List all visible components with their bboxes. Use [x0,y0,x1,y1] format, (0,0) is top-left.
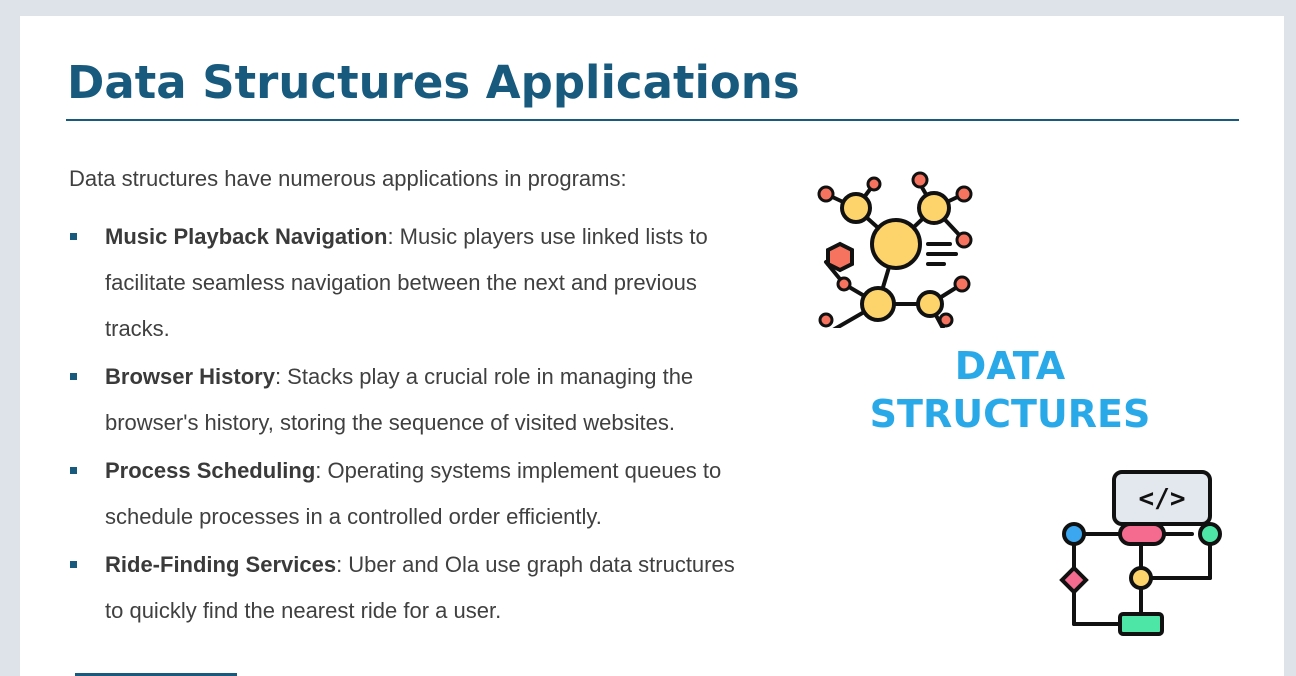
title-underline [66,119,1239,121]
bullet-marker [70,233,77,240]
code-symbol: </> [1139,484,1186,514]
bullet-marker [70,561,77,568]
bullet-term: Process Scheduling [105,458,316,483]
bullet-item: Ride-Finding Services: Uber and Ola use … [67,542,737,634]
bullet-term: Browser History [105,364,275,389]
bullet-item: Music Playback Navigation: Music players… [67,214,737,352]
network-graph-icon [817,171,973,328]
slide-title: Data Structures Applications [67,56,800,109]
label-line-structures: STRUCTURES [869,392,1151,436]
bullet-marker [70,373,77,380]
label-line-data: DATA [954,344,1066,388]
bullet-list: Music Playback Navigation: Music players… [67,214,737,636]
bullet-item: Browser History: Stacks play a crucial r… [67,354,737,446]
bullet-term: Ride-Finding Services [105,552,337,577]
code-flowchart-icon: </> [1059,470,1222,636]
slide: Data Structures Applications Data struct… [20,16,1284,676]
bullet-marker [70,467,77,474]
data-structures-label: DATA STRUCTURES [850,342,1170,438]
bullet-item: Process Scheduling: Operating systems im… [67,448,737,540]
intro-text: Data structures have numerous applicatio… [69,166,627,191]
bullet-term: Music Playback Navigation [105,224,388,249]
